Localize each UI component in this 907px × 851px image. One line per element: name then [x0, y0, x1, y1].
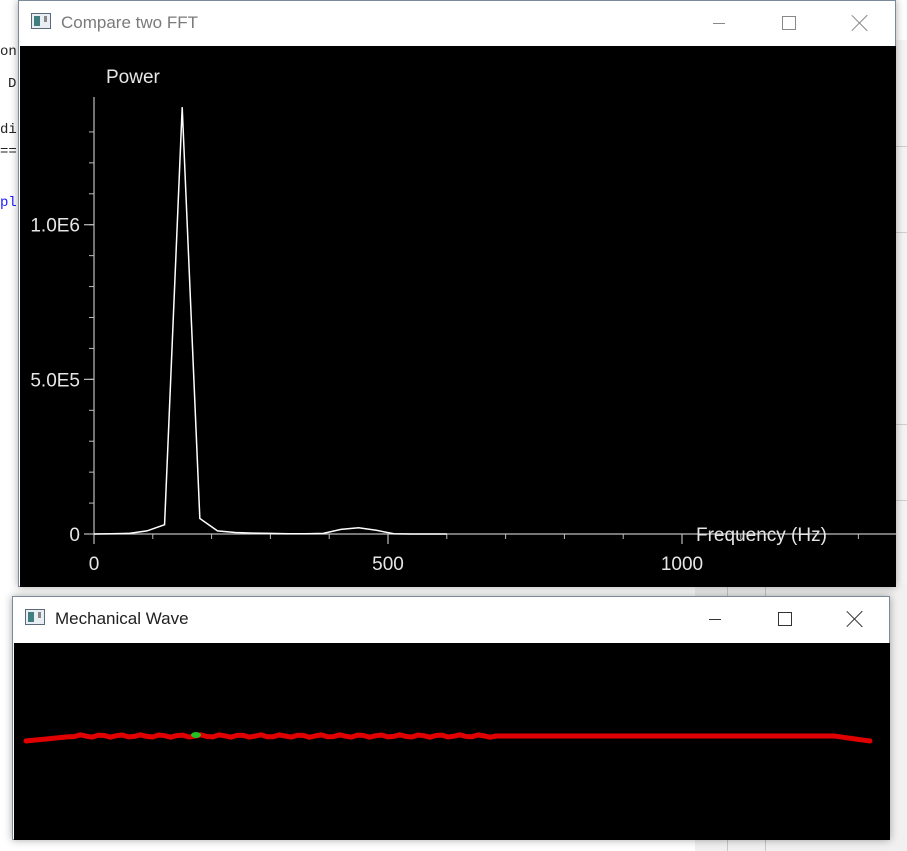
minimize-icon: [709, 618, 721, 620]
x-axis-title: Frequency (Hz): [696, 525, 827, 546]
wave-window: Mechanical Wave: [12, 596, 890, 840]
fft-chart: 0 5.0E5 1.0E6 0 500 1000 Power Frequency (Hz): [30, 67, 896, 575]
y-tick-label: 5.0E5: [30, 370, 80, 391]
maximize-button[interactable]: [762, 597, 808, 641]
window-title: Compare two FFT: [61, 13, 198, 32]
minimize-button[interactable]: [692, 597, 738, 641]
close-button[interactable]: [832, 597, 878, 641]
editor-text-fragment: on: [0, 44, 17, 60]
y-tick-label: 1.0E6: [30, 216, 80, 237]
maximize-button[interactable]: [766, 1, 812, 45]
editor-text-fragment: ==: [0, 144, 17, 160]
editor-text-fragment: di: [0, 122, 17, 138]
close-button[interactable]: [837, 1, 883, 45]
y-tick-label: 0: [69, 525, 80, 546]
y-axis-title: Power: [106, 67, 161, 88]
wave-plot: [23, 732, 873, 744]
editor-text-fragment: pl: [0, 195, 17, 211]
fft-window-titlebar[interactable]: Compare two FFT: [19, 1, 895, 45]
fft-series-line: [93, 107, 447, 535]
wave-window-titlebar[interactable]: Mechanical Wave: [13, 597, 889, 642]
fft-chart-canvas: 0 5.0E5 1.0E6 0 500 1000 Power Frequency (Hz): [20, 46, 896, 587]
close-icon: [851, 14, 869, 32]
minimize-button[interactable]: [696, 1, 742, 45]
editor-text-fragment: D: [8, 76, 17, 92]
wave-marker: [191, 732, 201, 738]
divider: [895, 232, 907, 233]
maximize-icon: [782, 16, 796, 30]
x-tick-label: 0: [89, 554, 100, 575]
close-icon: [846, 610, 864, 628]
app-window-icon: [31, 13, 51, 29]
wave-string: [23, 732, 873, 744]
minimize-icon: [713, 22, 725, 24]
window-title: Mechanical Wave: [55, 609, 189, 628]
divider: [895, 500, 907, 501]
maximize-icon: [778, 612, 792, 626]
divider: [895, 146, 907, 147]
app-window-icon: [25, 609, 45, 625]
wave-canvas: [14, 643, 890, 840]
x-tick-label: 500: [372, 554, 404, 575]
divider: [895, 424, 907, 425]
x-tick-label: 1000: [661, 554, 703, 575]
fft-window: Compare two FFT 0 5.0E5 1.0E6 0 500 1000 Power…: [18, 0, 896, 587]
